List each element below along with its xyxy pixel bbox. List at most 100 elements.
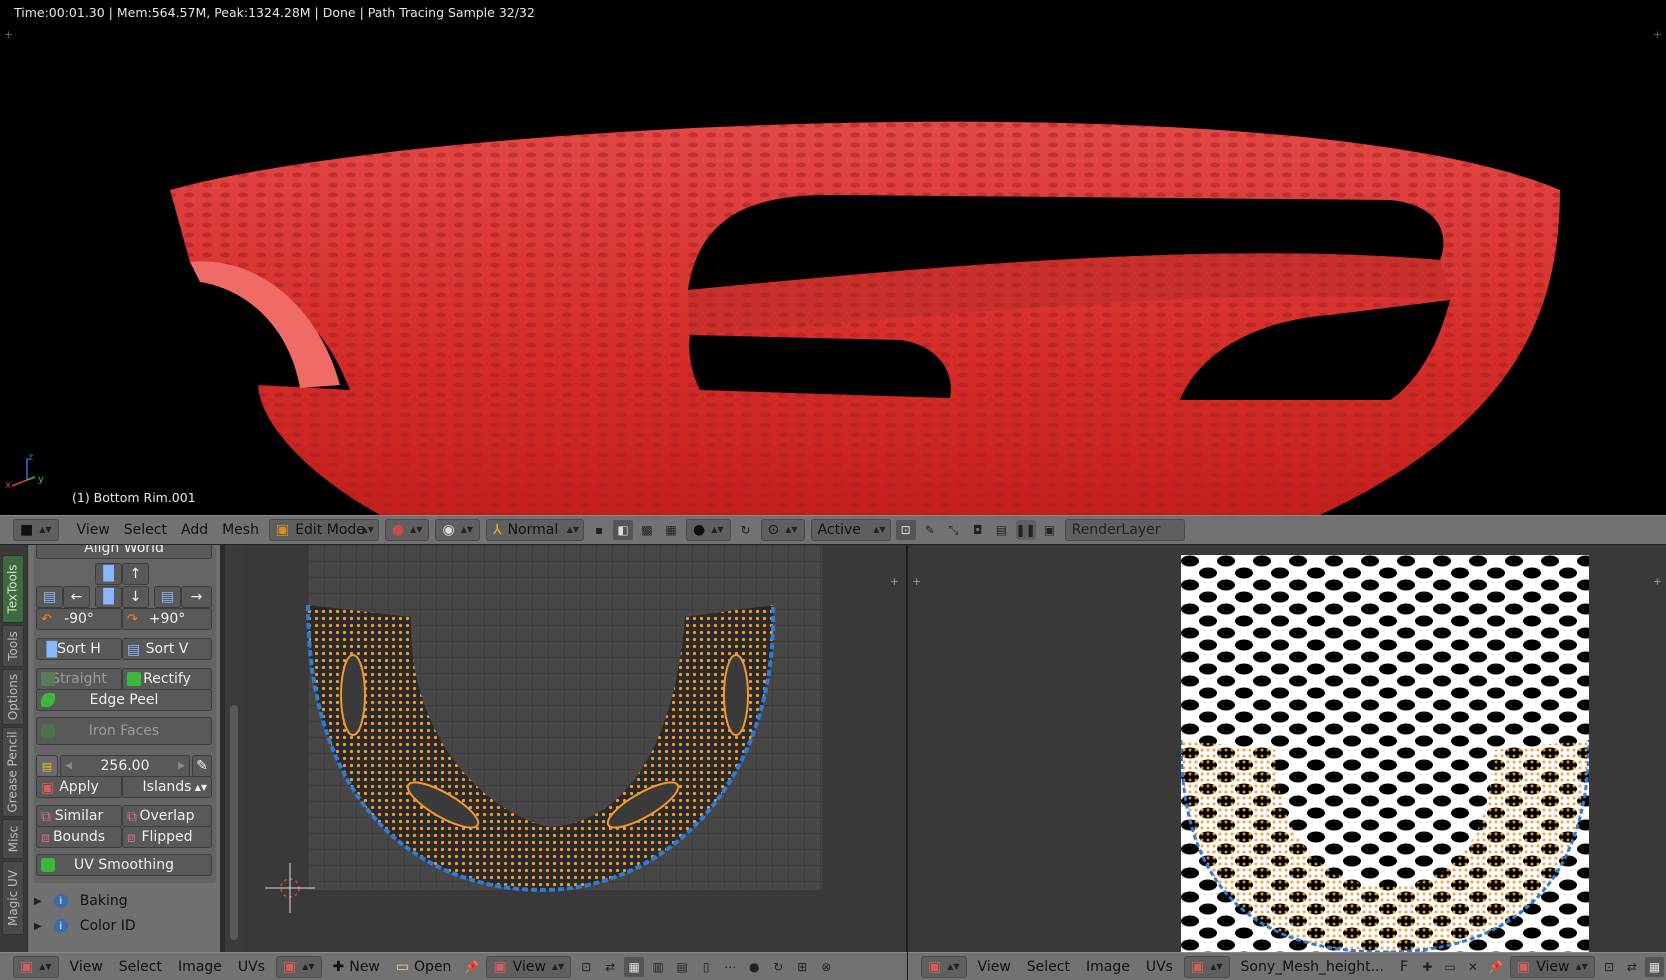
tab-magic-uv[interactable]: Magic UV bbox=[2, 861, 24, 935]
tab-options[interactable]: Options bbox=[2, 669, 24, 725]
rotate-ccw-button[interactable]: ↶ -90° bbox=[36, 608, 122, 630]
pivot-icon[interactable]: ⊡ bbox=[576, 957, 596, 977]
vertex-select-icon[interactable]: ▦ bbox=[1645, 956, 1664, 977]
texel-density-icon[interactable]: ▤ bbox=[36, 755, 58, 777]
arrow-right-button[interactable]: → bbox=[181, 586, 212, 608]
snap-project-icon[interactable]: ✎ bbox=[920, 520, 940, 540]
proportional-edit-selector[interactable]: ● ▲▼ bbox=[686, 519, 731, 541]
arrow-down-button[interactable]: ↓ bbox=[122, 586, 149, 608]
color-id-panel-header[interactable]: ▶ i Color ID bbox=[34, 915, 136, 937]
island-select-icon[interactable]: ▯ bbox=[696, 957, 716, 977]
mode-selector[interactable]: ▣ Edit Mode ▲▼ bbox=[268, 519, 379, 541]
straight-button[interactable]: Straight bbox=[36, 668, 122, 690]
snap-rotation-icon[interactable]: ⊡ bbox=[895, 520, 916, 540]
face-select-icon[interactable]: ▩ bbox=[637, 520, 657, 540]
align-left-button[interactable]: ▤ bbox=[36, 586, 63, 608]
sync-selection-icon[interactable]: ⇄ bbox=[1622, 957, 1641, 977]
editor-type-selector[interactable]: ▣ ▲▼ bbox=[13, 955, 59, 978]
uv-display-icon[interactable]: ⊗ bbox=[816, 957, 836, 977]
align-top-button[interactable]: ▐▌ bbox=[95, 563, 122, 585]
shrink-icon[interactable]: ⤡ bbox=[944, 520, 964, 540]
menu-add[interactable]: Add bbox=[174, 519, 215, 541]
menu-uvs[interactable]: UVs bbox=[230, 956, 273, 978]
image-browse-selector[interactable]: ▣ ▲▼ bbox=[275, 955, 322, 978]
apply-button[interactable]: ▣ Apply bbox=[36, 776, 122, 798]
align-world-button[interactable]: Align World bbox=[36, 545, 212, 559]
arrow-left-button[interactable]: ← bbox=[63, 586, 90, 608]
iron-faces-button[interactable]: Iron Faces bbox=[36, 717, 212, 745]
sync-selection-icon[interactable]: ⇄ bbox=[600, 957, 620, 977]
snap-element-selector[interactable]: ⊙ ▲▼ bbox=[760, 519, 805, 541]
render-layer-field[interactable]: RenderLayer bbox=[1064, 519, 1185, 541]
select-flipped-button[interactable]: ⧈ Flipped bbox=[122, 826, 212, 848]
snap-icon[interactable]: ↻ bbox=[768, 957, 788, 977]
uv-editor-left[interactable]: + bbox=[243, 545, 907, 952]
area-split-corner-icon[interactable]: + bbox=[1653, 575, 1662, 588]
pin-icon[interactable]: 📌 bbox=[461, 957, 481, 977]
limit-selection-visible-icon[interactable]: ▦ bbox=[661, 520, 681, 540]
sort-v-button[interactable]: ▤ Sort V bbox=[122, 638, 212, 660]
menu-select[interactable]: Select bbox=[117, 519, 174, 541]
add-image-icon[interactable]: ✚ bbox=[1418, 957, 1437, 977]
unlink-image-icon[interactable]: ✕ bbox=[1464, 957, 1483, 977]
texel-value-field[interactable]: ◀ 256.00 ▶ bbox=[60, 755, 190, 777]
snap-element-icon[interactable]: ⊞ bbox=[792, 957, 812, 977]
islands-dropdown[interactable]: Islands ▲▼ bbox=[122, 776, 212, 798]
menu-image[interactable]: Image bbox=[1078, 956, 1138, 978]
editor-type-selector[interactable]: ■ ▲▼ bbox=[13, 519, 59, 541]
align-center-button[interactable]: ▐▌ bbox=[95, 586, 122, 608]
select-similar-button[interactable]: ⧉ Similar bbox=[36, 805, 122, 827]
vertex-select-icon[interactable]: ▦ bbox=[624, 956, 645, 977]
pivot-icon[interactable]: ⊡ bbox=[1600, 957, 1619, 977]
scrollbar-thumb[interactable] bbox=[230, 705, 238, 940]
menu-view[interactable]: View bbox=[970, 956, 1019, 978]
render-viewport[interactable]: Time:00:01.30 | Mem:564.57M, Peak:1324.2… bbox=[0, 0, 1666, 515]
edge-select-icon[interactable]: ▥ bbox=[648, 957, 668, 977]
rotate-cw-button[interactable]: ↷ +90° bbox=[122, 608, 212, 630]
image-browse-selector[interactable]: ▣ ▲▼ bbox=[1183, 955, 1230, 978]
transform-orientation-selector[interactable]: ⅄ Normal ▲▼ bbox=[486, 519, 585, 541]
viewport-shading-selector[interactable]: ● ▲▼ bbox=[384, 519, 430, 541]
editor-type-selector[interactable]: ▣ ▲▼ bbox=[921, 955, 967, 978]
tab-tools[interactable]: Tools bbox=[2, 625, 24, 667]
tab-grease-pencil[interactable]: Grease Pencil bbox=[2, 727, 24, 817]
proportional-edit-icon[interactable]: ● bbox=[744, 957, 764, 977]
menu-view[interactable]: View bbox=[62, 956, 111, 978]
pivot-point-selector[interactable]: ◉ ▲▼ bbox=[435, 519, 481, 541]
select-bounds-button[interactable]: ⧈ Bounds bbox=[36, 826, 122, 848]
menu-select[interactable]: Select bbox=[111, 956, 170, 978]
pause-icon[interactable]: ❚❚ bbox=[1016, 520, 1036, 540]
vertex-select-icon[interactable]: ▪ bbox=[589, 520, 609, 540]
face-select-icon[interactable]: ▤ bbox=[672, 957, 692, 977]
sort-h-button[interactable]: ▐▌ Sort H bbox=[36, 638, 122, 660]
tab-textools[interactable]: TexTools bbox=[2, 555, 24, 623]
uv-editor-right[interactable]: + + bbox=[908, 545, 1666, 952]
pin-icon[interactable]: 📌 bbox=[1486, 957, 1505, 977]
align-right-button[interactable]: ▤ bbox=[154, 586, 181, 608]
sticky-select-icon[interactable]: ⋯ bbox=[720, 957, 740, 977]
2d-cursor-icon[interactable] bbox=[265, 863, 315, 913]
edge-select-icon[interactable]: ◧ bbox=[613, 520, 634, 540]
menu-select[interactable]: Select bbox=[1019, 956, 1078, 978]
menu-mesh[interactable]: Mesh bbox=[215, 519, 266, 541]
render-anim-icon[interactable]: ▤ bbox=[992, 520, 1012, 540]
uv-smoothing-button[interactable]: UV Smoothing bbox=[36, 854, 212, 876]
arrow-up-button[interactable]: ↑ bbox=[122, 563, 149, 585]
menu-view[interactable]: View bbox=[70, 519, 117, 541]
uv-view-mode-selector[interactable]: ▣ View ▲▼ bbox=[486, 955, 572, 978]
select-overlap-button[interactable]: ⧉ Overlap bbox=[122, 805, 212, 827]
render-still-icon[interactable]: ◘ bbox=[968, 520, 988, 540]
toolshelf-scrollbar[interactable] bbox=[225, 545, 243, 952]
eyedropper-icon[interactable]: ✎ bbox=[192, 755, 212, 777]
fake-user-toggle[interactable]: F bbox=[1392, 956, 1416, 978]
area-split-corner-icon[interactable]: + bbox=[890, 575, 899, 588]
uv-view-mode-selector[interactable]: ▣ View ▲▼ bbox=[1509, 955, 1595, 978]
menu-uvs[interactable]: UVs bbox=[1138, 956, 1181, 978]
baking-panel-header[interactable]: ▶ i Baking bbox=[34, 890, 128, 912]
open-folder-icon[interactable]: ▭ bbox=[1441, 957, 1460, 977]
snap-target-selector[interactable]: Active ▲▼ bbox=[810, 519, 891, 541]
menu-image[interactable]: Image bbox=[170, 956, 230, 978]
new-image-button[interactable]: ✚ New bbox=[325, 956, 388, 978]
rectify-button[interactable]: Rectify bbox=[122, 668, 212, 690]
edge-peel-button[interactable]: Edge Peel bbox=[36, 689, 212, 711]
